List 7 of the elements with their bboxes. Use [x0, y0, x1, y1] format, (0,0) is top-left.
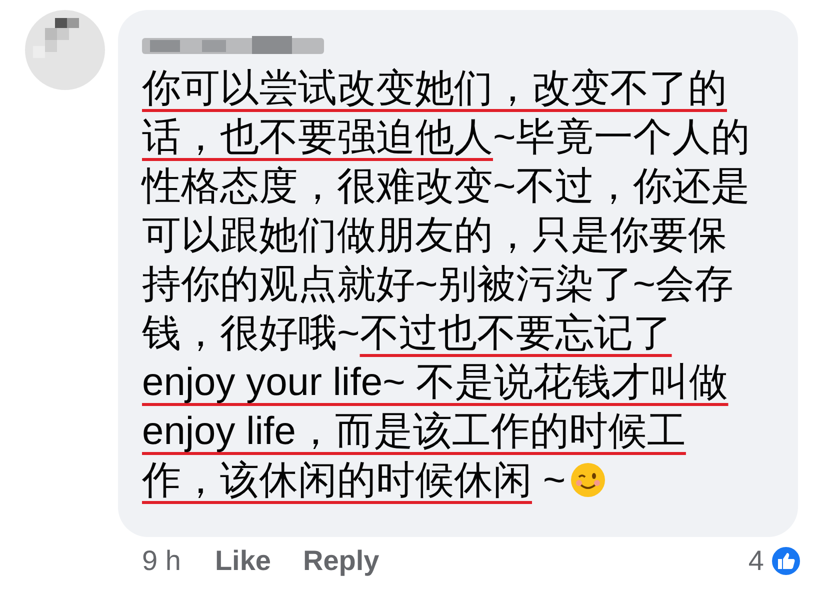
comment-text: 你可以尝试改变她们，改变不了的话，也不要强迫他人~毕竟一个人的性格态度，很难改变~不过，你还是可以跟她们做朋友的，只是你要保持你的观点就好~别被污染了~会存钱，很好哦~不过也不要忘记了 enjoy your life~ 不是说花钱才叫做 enjoy life，而是该工作的时候工作，该休闲的时候休闲 ~: [142, 66, 751, 504]
action-link[interactable]: Like: [214, 545, 271, 577]
action-link[interactable]: Reply: [302, 545, 380, 577]
wink-emoji-icon: [570, 462, 606, 498]
reaction-count: 4: [748, 545, 764, 577]
thumbs-up-icon: [770, 545, 802, 577]
comment-time: 9 h: [142, 545, 181, 577]
